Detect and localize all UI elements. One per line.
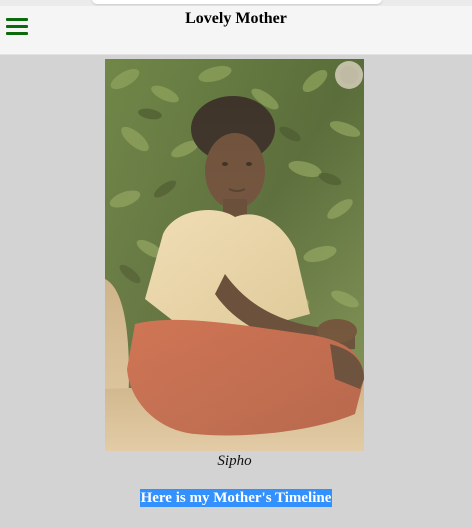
timeline-link-row: Here is my Mother's Timeline — [0, 489, 472, 507]
site-header: Lovely Mother — [0, 6, 472, 55]
photo-figure: Sipho — [105, 59, 364, 469]
browser-address-pill[interactable] — [92, 0, 382, 4]
page-title: Lovely Mother — [185, 10, 287, 27]
photo-caption: Sipho — [217, 453, 252, 469]
mother-photo — [105, 59, 364, 451]
menu-bar-bottom — [6, 32, 28, 35]
timeline-link[interactable]: Here is my Mother's Timeline — [139, 489, 333, 507]
